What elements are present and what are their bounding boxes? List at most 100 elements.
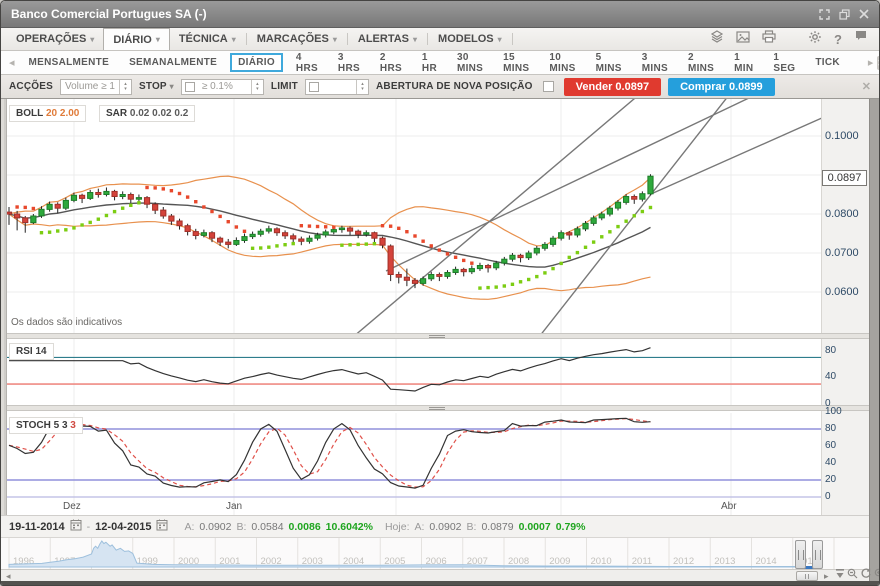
stoch-chart[interactable]: Dez Jan Abr <box>1 413 821 515</box>
price-chart[interactable] <box>1 99 821 333</box>
help-icon[interactable]: ? <box>834 32 842 47</box>
splitter-grip-icon[interactable] <box>429 335 445 338</box>
rsi-chart[interactable] <box>1 339 821 405</box>
candlesticks <box>6 174 653 288</box>
stop-checkbox[interactable] <box>185 82 195 92</box>
navigator-year-label: 2012 <box>673 556 694 567</box>
timeframe-scroll-left-icon[interactable]: ◂ <box>5 56 19 69</box>
month-label: Jan <box>226 501 242 512</box>
month-label: Dez <box>63 501 81 512</box>
date-from[interactable]: 19-11-2014 <box>9 521 65 533</box>
volume-stepper[interactable]: ▴▾ <box>119 80 131 94</box>
timeframe-2-hrs[interactable]: 2 HRS <box>373 49 409 77</box>
restore-window-icon[interactable] <box>839 9 850 20</box>
menu-item-marcações[interactable]: MARCAÇÕES▾ <box>248 28 346 50</box>
navigator-year-label: 2009 <box>549 556 570 567</box>
limit-input[interactable]: ▴▾ <box>305 79 369 95</box>
orderbar-close-icon[interactable]: ✕ <box>862 80 871 93</box>
new-position-label: ABERTURA DE NOVA POSIÇÃO <box>376 81 533 92</box>
right-gutter[interactable] <box>869 99 880 581</box>
stoch-tick: 60 <box>825 440 836 451</box>
buy-button[interactable]: Comprar 0.0899 <box>668 78 775 96</box>
stop-input[interactable]: ≥ 0.1% ▴▾ <box>181 79 264 95</box>
stop-stepper[interactable]: ▴▾ <box>251 80 263 94</box>
stoch-tick: 0 <box>825 491 831 502</box>
price-tick: 0.1000 <box>825 130 859 142</box>
boll-indicator-chip[interactable]: BOLL 20 2.00 <box>9 105 86 122</box>
limit-checkbox[interactable] <box>309 82 319 92</box>
bid-label: B: <box>237 521 247 533</box>
today-ask-label: A: <box>414 521 424 533</box>
calendar-icon[interactable] <box>156 519 168 534</box>
timeframe-1-seg[interactable]: 1 SEG <box>766 49 802 77</box>
title-bar[interactable]: Banco Comercial Portugues SA (-) <box>1 1 879 28</box>
menu-item-alertas[interactable]: ALERTAS▾ <box>349 28 426 50</box>
rsi-tick: 40 <box>825 371 836 382</box>
stoch-tick: 100 <box>825 406 842 417</box>
left-collapsed-splitter[interactable] <box>1 99 7 515</box>
timeframe-4-hrs[interactable]: 4 HRS <box>289 49 325 77</box>
timeframe-tick[interactable]: TICK <box>808 54 847 71</box>
history-navigator[interactable]: 1996199719981999200020012002200320042005… <box>1 537 869 569</box>
menu-item-modelos[interactable]: MODELOS▾ <box>429 28 511 50</box>
menu-item-técnica[interactable]: TÉCNICA▾ <box>170 28 245 50</box>
settings-gear-icon[interactable] <box>808 30 822 49</box>
timeframe-1-min[interactable]: 1 MIN <box>727 49 760 77</box>
splitter-grip-icon[interactable] <box>429 407 445 410</box>
stoch-indicator-chip[interactable]: STOCH 5 3 3 <box>9 417 83 434</box>
rsi-tick: 80 <box>825 345 836 356</box>
window-title: Banco Comercial Portugues SA (-) <box>11 7 207 21</box>
sar-indicator-chip[interactable]: SAR 0.02 0.02 0.2 <box>99 105 195 122</box>
price-tick: 0.0600 <box>825 286 859 298</box>
timeframe-5-mins[interactable]: 5 MINS <box>589 49 629 77</box>
date-to[interactable]: 12-04-2015 <box>95 521 151 533</box>
volume-input[interactable]: Volume ≥ 1 ▴▾ <box>60 79 132 95</box>
period-change: 0.0086 <box>289 521 321 533</box>
stop-label[interactable]: STOP ▾ <box>139 81 174 92</box>
layers-icon[interactable] <box>710 30 724 48</box>
timeframe-30-mins[interactable]: 30 MINS <box>450 49 490 77</box>
close-window-icon[interactable] <box>859 9 869 19</box>
today-bid-label: B: <box>467 521 477 533</box>
new-position-checkbox[interactable] <box>543 81 554 92</box>
image-icon[interactable] <box>736 30 750 48</box>
timeframe-mensalmente[interactable]: MENSALMENTE <box>22 54 117 71</box>
order-bar: ACÇÕES Volume ≥ 1 ▴▾ STOP ▾ ≥ 0.1% ▴▾ LI… <box>1 75 879 99</box>
print-icon[interactable] <box>762 30 776 48</box>
fullscreen-icon[interactable] <box>819 9 830 20</box>
navigator-chart[interactable]: 1996199719981999200020012002200320042005… <box>1 538 841 569</box>
price-tick: 0.0700 <box>825 247 859 259</box>
timeframe-15-mins[interactable]: 15 MINS <box>496 49 536 77</box>
stop-value[interactable]: ≥ 0.1% <box>198 81 237 92</box>
timeframe-3-mins[interactable]: 3 MINS <box>635 49 675 77</box>
range-handle-right[interactable] <box>812 540 823 569</box>
limit-stepper[interactable]: ▴▾ <box>356 80 368 94</box>
timeframe-10-mins[interactable]: 10 MINS <box>542 49 582 77</box>
timeframe-diário[interactable]: DIÁRIO <box>230 53 283 72</box>
timeframe-2-mins[interactable]: 2 MINS <box>681 49 721 77</box>
timeframe-semanalmente[interactable]: SEMANALMENTE <box>122 54 224 71</box>
feedback-flag-icon[interactable] <box>854 30 867 48</box>
menu-item-operações[interactable]: OPERAÇÕES▾ <box>7 28 103 50</box>
panel-splitter-2[interactable] <box>1 405 869 411</box>
price-axis[interactable] <box>821 99 869 515</box>
timeframe-bar: ◂ MENSALMENTE SEMANALMENTE DIÁRIO 4 HRS3 HR… <box>1 51 879 75</box>
calendar-icon[interactable] <box>70 519 82 534</box>
timeframe-1-hr[interactable]: 1 HR <box>415 49 444 77</box>
trend-lines <box>353 99 821 333</box>
sell-button[interactable]: Vender 0.0897 <box>564 78 661 96</box>
timeframe-scroll-right-icon[interactable]: ▸ <box>864 56 878 69</box>
chart-scrollbar[interactable]: ◂ ▸ <box>1 569 869 581</box>
range-handle-left[interactable] <box>795 540 806 569</box>
timeframe-3-hrs[interactable]: 3 HRS <box>331 49 367 77</box>
navigator-year-label: 2010 <box>591 556 612 567</box>
chart-region: 0.10000.08000.07000.0600 0.0897 BOLL 20 … <box>1 99 880 581</box>
stoch-tick: 80 <box>825 423 836 434</box>
today-change-pct: 0.79% <box>556 521 586 533</box>
month-label: Abr <box>721 501 737 512</box>
menu-item-diário[interactable]: DIÁRIO▾ <box>103 28 170 50</box>
volume-value[interactable]: Volume ≥ 1 <box>61 81 119 92</box>
scrollbar-thumb[interactable] <box>796 571 818 581</box>
ask-value: 0.0902 <box>199 521 231 533</box>
rsi-indicator-chip[interactable]: RSI 14 <box>9 343 54 360</box>
